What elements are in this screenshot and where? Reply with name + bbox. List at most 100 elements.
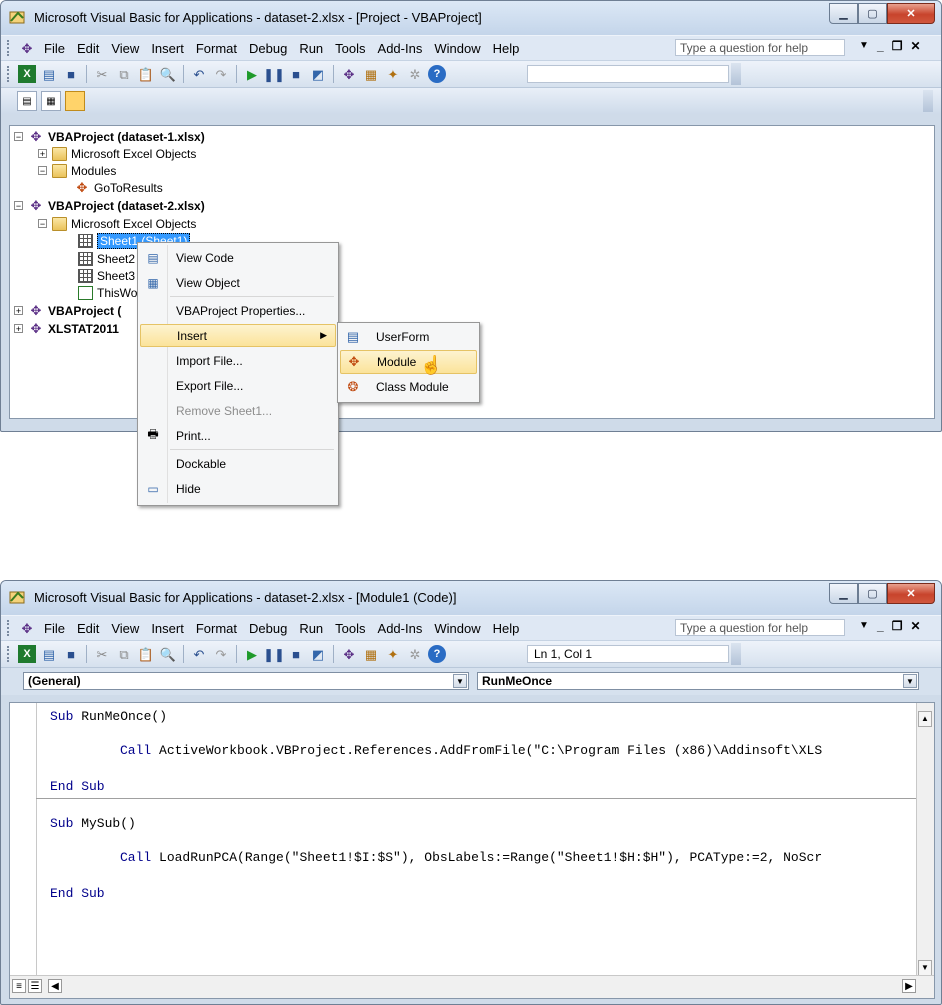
redo-icon[interactable]: ↷ xyxy=(212,645,230,663)
code-line[interactable]: Call LoadRunPCA(Range("Sheet1!$I:$S"), O… xyxy=(120,850,822,865)
menu-item-view-object[interactable]: ▦ View Object xyxy=(140,271,336,294)
code-line[interactable]: Sub RunMeOnce() xyxy=(50,709,167,724)
tree-node-sheet3[interactable]: Sheet3 xyxy=(78,267,135,284)
scroll-right-icon[interactable]: ▶ xyxy=(902,979,916,993)
run-icon[interactable]: ▶ xyxy=(243,65,261,83)
menu-format[interactable]: Format xyxy=(190,41,243,56)
code-line[interactable]: End Sub xyxy=(50,779,105,794)
menu-item-module[interactable]: ✥ Module xyxy=(340,350,477,374)
properties-window-icon[interactable]: ▦ xyxy=(362,65,380,83)
minimize-button[interactable]: ▁ xyxy=(829,3,858,24)
help-dropdown-icon[interactable]: ▼ xyxy=(859,40,869,51)
menu-item-print[interactable]: 🖶 Print... xyxy=(140,424,336,447)
menu-tools[interactable]: Tools xyxy=(329,621,371,636)
menu-item-import-file[interactable]: Import File... xyxy=(140,349,336,372)
procedure-dropdown[interactable]: RunMeOnce ▼ xyxy=(477,672,919,690)
menu-item-userform[interactable]: ▤ UserForm xyxy=(340,325,477,349)
menu-format[interactable]: Format xyxy=(190,621,243,636)
menu-insert[interactable]: Insert xyxy=(145,621,190,636)
save-icon[interactable]: ■ xyxy=(62,645,80,663)
view-object-icon[interactable]: ▦ xyxy=(41,91,61,111)
chevron-down-icon[interactable]: ▼ xyxy=(453,674,467,688)
menu-window[interactable]: Window xyxy=(428,41,486,56)
excel-view-icon[interactable]: X xyxy=(18,645,36,663)
project-explorer-icon[interactable]: ✥ xyxy=(340,645,358,663)
menu-item-properties[interactable]: VBAProject Properties... xyxy=(140,299,336,322)
horizontal-scrollbar[interactable]: ≡ ☰ ◀ ▶ xyxy=(10,975,934,998)
collapse-icon[interactable]: − xyxy=(38,219,47,229)
menu-edit[interactable]: Edit xyxy=(71,41,105,56)
mdi-restore-button[interactable]: ❐ xyxy=(892,619,903,633)
tree-node-sheet2[interactable]: Sheet2 xyxy=(78,250,135,267)
mdi-restore-button[interactable]: ❐ xyxy=(892,39,903,53)
code-gutter[interactable] xyxy=(10,703,37,976)
tree-node-project2[interactable]: − ✥ VBAProject (dataset-2.xlsx) xyxy=(14,197,205,214)
help-dropdown-icon[interactable]: ▼ xyxy=(859,620,869,631)
tree-node-excel-objects[interactable]: − Microsoft Excel Objects xyxy=(38,215,196,232)
chevron-down-icon[interactable]: ▼ xyxy=(903,674,917,688)
find-icon[interactable]: 🔍 xyxy=(159,645,177,663)
full-module-view-icon[interactable]: ☰ xyxy=(28,979,42,993)
menu-view[interactable]: View xyxy=(105,621,145,636)
tree-node-project1[interactable]: − ✥ VBAProject (dataset-1.xlsx) xyxy=(14,128,205,145)
tree-node-thisworkbook[interactable]: ThisWo xyxy=(78,284,137,301)
menu-view[interactable]: View xyxy=(105,41,145,56)
scroll-down-icon[interactable]: ▼ xyxy=(918,960,932,976)
menu-run[interactable]: Run xyxy=(293,621,329,636)
menu-window[interactable]: Window xyxy=(428,621,486,636)
find-icon[interactable]: 🔍 xyxy=(159,65,177,83)
cut-icon[interactable]: ✂ xyxy=(93,65,111,83)
tree-node-module[interactable]: ✥ GoToResults xyxy=(74,179,163,196)
vertical-scrollbar[interactable]: ▲ ▼ xyxy=(916,703,934,976)
mdi-minimize-button[interactable]: _ xyxy=(877,39,884,53)
help-icon[interactable]: ? xyxy=(428,65,446,83)
code-line[interactable]: Sub MySub() xyxy=(50,816,136,831)
tree-node-modules[interactable]: − Modules xyxy=(38,162,116,179)
expand-icon[interactable]: + xyxy=(14,306,23,316)
help-icon[interactable]: ? xyxy=(428,645,446,663)
menu-insert[interactable]: Insert xyxy=(145,41,190,56)
menu-help[interactable]: Help xyxy=(487,621,526,636)
collapse-icon[interactable]: − xyxy=(14,132,23,142)
minimize-button[interactable]: ▁ xyxy=(829,583,858,604)
toolbar-grip[interactable] xyxy=(7,646,12,662)
menu-debug[interactable]: Debug xyxy=(243,621,293,636)
design-mode-icon[interactable]: ◩ xyxy=(309,65,327,83)
undo-icon[interactable]: ↶ xyxy=(190,65,208,83)
project-explorer-icon[interactable]: ✥ xyxy=(340,65,358,83)
menu-addins[interactable]: Add-Ins xyxy=(372,41,429,56)
collapse-icon[interactable]: − xyxy=(38,166,47,176)
tree-node-project4[interactable]: + ✥ XLSTAT2011 xyxy=(14,320,119,337)
toolbar-grip[interactable] xyxy=(7,66,12,82)
expand-icon[interactable]: + xyxy=(14,324,23,334)
menu-debug[interactable]: Debug xyxy=(243,41,293,56)
menu-tools[interactable]: Tools xyxy=(329,41,371,56)
mdi-close-button[interactable]: ✕ xyxy=(910,39,920,53)
redo-icon[interactable]: ↷ xyxy=(212,65,230,83)
scroll-left-icon[interactable]: ◀ xyxy=(48,979,62,993)
menu-file[interactable]: File xyxy=(38,621,71,636)
maximize-button[interactable]: ▢ xyxy=(858,3,887,24)
code-line[interactable]: Call ActiveWorkbook.VBProject.References… xyxy=(120,743,822,758)
expand-icon[interactable]: + xyxy=(38,149,47,159)
menu-item-remove[interactable]: Remove Sheet1... xyxy=(140,399,336,422)
toolbox-icon[interactable]: ✲ xyxy=(406,645,424,663)
menu-edit[interactable]: Edit xyxy=(71,621,105,636)
paste-icon[interactable]: 📋 xyxy=(137,645,155,663)
tree-node-excel-objects[interactable]: + Microsoft Excel Objects xyxy=(38,145,196,162)
toolbar-overflow[interactable] xyxy=(923,90,933,112)
procedure-view-icon[interactable]: ≡ xyxy=(12,979,26,993)
copy-icon[interactable]: ⧉ xyxy=(115,645,133,663)
menu-item-hide[interactable]: ▭ Hide xyxy=(140,477,336,500)
toolbar-grip[interactable] xyxy=(7,40,12,56)
object-browser-icon[interactable]: ✦ xyxy=(384,645,402,663)
reset-icon[interactable]: ■ xyxy=(287,645,305,663)
cut-icon[interactable]: ✂ xyxy=(93,645,111,663)
save-icon[interactable]: ■ xyxy=(62,65,80,83)
code-line[interactable]: End Sub xyxy=(50,886,105,901)
close-button[interactable]: ✕ xyxy=(887,3,935,24)
break-icon[interactable]: ❚❚ xyxy=(263,645,285,663)
break-icon[interactable]: ❚❚ xyxy=(263,65,285,83)
object-dropdown[interactable]: (General) ▼ xyxy=(23,672,469,690)
collapse-icon[interactable]: − xyxy=(14,201,23,211)
